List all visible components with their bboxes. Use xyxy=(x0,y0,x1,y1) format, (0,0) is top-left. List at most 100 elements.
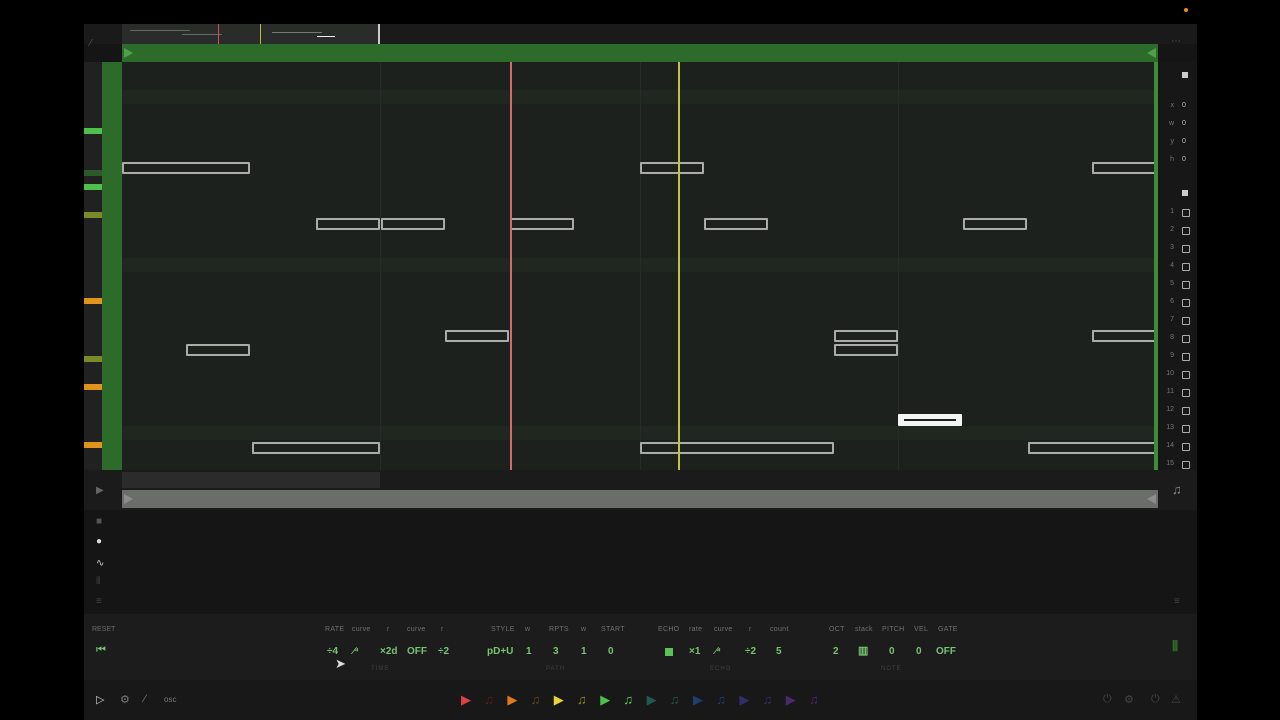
automation-area[interactable] xyxy=(84,510,1197,614)
power-icon[interactable]: ⏻ xyxy=(1103,693,1112,706)
list-icon[interactable]: ≡ xyxy=(96,596,102,607)
key-marker[interactable] xyxy=(84,442,102,448)
overview-strip[interactable]: ⁄ ⋯ xyxy=(84,24,1197,49)
midi-note[interactable] xyxy=(510,218,574,230)
midi-note[interactable] xyxy=(1092,162,1158,174)
row-checkbox[interactable] xyxy=(1182,335,1190,343)
midi-note[interactable] xyxy=(704,218,768,230)
oct-value[interactable]: 2 xyxy=(833,646,839,657)
midi-note[interactable] xyxy=(1092,330,1158,342)
count-value[interactable]: 5 xyxy=(776,646,782,657)
gate-value[interactable]: OFF xyxy=(936,646,956,657)
red-note-icon[interactable]: ♫ xyxy=(484,692,494,707)
square-icon[interactable]: ■ xyxy=(96,516,102,527)
orange-play-button[interactable]: ▶ xyxy=(507,692,517,708)
violet-note-icon[interactable]: ♫ xyxy=(809,692,819,707)
row-checkbox[interactable] xyxy=(1182,299,1190,307)
row-checkbox[interactable] xyxy=(1182,317,1190,325)
row-checkbox[interactable] xyxy=(1182,389,1190,397)
wave-icon[interactable]: ∿ xyxy=(96,558,104,569)
echo-r-value[interactable]: ÷2 xyxy=(745,646,756,657)
row-checkbox[interactable] xyxy=(1182,425,1190,433)
echo-toggle[interactable] xyxy=(665,648,673,656)
key-marker[interactable] xyxy=(84,356,102,362)
green-play-button[interactable]: ▶ xyxy=(600,692,610,708)
note-icon[interactable]: ♫ xyxy=(1172,482,1182,497)
midi-note[interactable] xyxy=(640,162,704,174)
xy-value[interactable]: 0 xyxy=(1182,120,1186,127)
curve-icon[interactable]: ⁄ xyxy=(144,693,146,705)
row-checkbox[interactable] xyxy=(1182,209,1190,217)
reset-icon[interactable]: ⏮ xyxy=(96,644,106,657)
teal-note-icon[interactable]: ♫ xyxy=(670,692,680,707)
start-value[interactable]: 0 xyxy=(608,646,614,657)
lane-overview[interactable] xyxy=(122,472,380,488)
midi-note[interactable] xyxy=(834,344,898,356)
piano-keys[interactable] xyxy=(84,62,102,470)
rpts-value[interactable]: 3 xyxy=(553,646,559,657)
gear-icon[interactable]: ⚙ xyxy=(1124,693,1134,706)
w-value[interactable]: 1 xyxy=(526,646,532,657)
row-checkbox[interactable] xyxy=(1182,281,1190,289)
orange-note-icon[interactable]: ♫ xyxy=(531,692,541,707)
midi-note[interactable] xyxy=(252,442,380,454)
row-checkbox[interactable] xyxy=(1182,407,1190,415)
loop-range-bar[interactable] xyxy=(122,44,1158,62)
midi-note[interactable] xyxy=(316,218,380,230)
osc-label[interactable]: osc xyxy=(164,695,176,704)
row-checkbox[interactable] xyxy=(1182,263,1190,271)
key-marker[interactable] xyxy=(84,184,102,190)
midi-note[interactable] xyxy=(186,344,250,356)
midi-note[interactable] xyxy=(1028,442,1158,454)
r-value-2[interactable]: ÷2 xyxy=(438,646,449,657)
lane-start-handle[interactable] xyxy=(124,494,133,504)
key-marker[interactable] xyxy=(84,298,102,304)
loop-start-handle[interactable] xyxy=(124,48,133,58)
lane-range-bar[interactable] xyxy=(122,490,1158,508)
teal-play-button[interactable]: ▶ xyxy=(647,692,657,708)
curve-value-2[interactable]: OFF xyxy=(407,646,427,657)
xy-value[interactable]: 0 xyxy=(1182,138,1186,145)
stack-icon[interactable]: ▥ xyxy=(858,644,868,657)
xy-value[interactable]: 0 xyxy=(1182,102,1186,109)
row-checkbox[interactable] xyxy=(1182,443,1190,451)
row-checkbox[interactable] xyxy=(1182,245,1190,253)
list-icon-right[interactable]: ≡ xyxy=(1174,596,1180,607)
midi-note[interactable] xyxy=(122,162,250,174)
play-icon[interactable]: ▷ xyxy=(96,693,104,706)
indigo-note-icon[interactable]: ♫ xyxy=(763,692,773,707)
key-marker[interactable] xyxy=(84,128,102,134)
note-grid[interactable] xyxy=(122,62,1158,470)
blue-note-icon[interactable]: ♫ xyxy=(716,692,726,707)
indigo-play-button[interactable]: ▶ xyxy=(739,692,749,708)
w-value-2[interactable]: 1 xyxy=(581,646,587,657)
power-icon-2[interactable]: ⏻ xyxy=(1151,693,1160,706)
key-marker[interactable] xyxy=(84,212,102,218)
row-checkbox[interactable] xyxy=(1182,461,1190,469)
settings-icon[interactable]: ⚙ xyxy=(120,693,130,706)
row-checkbox[interactable] xyxy=(1182,227,1190,235)
echo-rate-value[interactable]: ×1 xyxy=(689,646,700,657)
xy-value[interactable]: 0 xyxy=(1182,156,1186,163)
warning-icon[interactable]: ⚠ xyxy=(1171,693,1181,706)
green-note-icon[interactable]: ♫ xyxy=(623,692,633,707)
red-play-button[interactable]: ▶ xyxy=(461,692,471,708)
bars-icon[interactable]: ⦀ xyxy=(96,576,100,587)
yellow-note-icon[interactable]: ♫ xyxy=(577,692,587,707)
overview-window[interactable] xyxy=(122,24,380,44)
more-menu-icon[interactable]: ⋯ xyxy=(1171,36,1182,47)
midi-note-selected[interactable] xyxy=(898,414,962,426)
pitch-value[interactable]: 0 xyxy=(889,646,895,657)
lane-play-icon[interactable]: ▶ xyxy=(96,485,104,496)
midi-note[interactable] xyxy=(640,442,834,454)
vel-value[interactable]: 0 xyxy=(916,646,922,657)
key-marker[interactable] xyxy=(84,384,102,390)
r-value[interactable]: ×2d xyxy=(380,646,398,657)
midi-note[interactable] xyxy=(963,218,1027,230)
midi-note[interactable] xyxy=(381,218,445,230)
blue-play-button[interactable]: ▶ xyxy=(693,692,703,708)
panel-square-icon[interactable] xyxy=(1182,190,1188,196)
midi-note[interactable] xyxy=(834,330,898,342)
midi-note[interactable] xyxy=(445,330,509,342)
echo-curve-value[interactable]: ∕⁴ xyxy=(715,646,721,657)
